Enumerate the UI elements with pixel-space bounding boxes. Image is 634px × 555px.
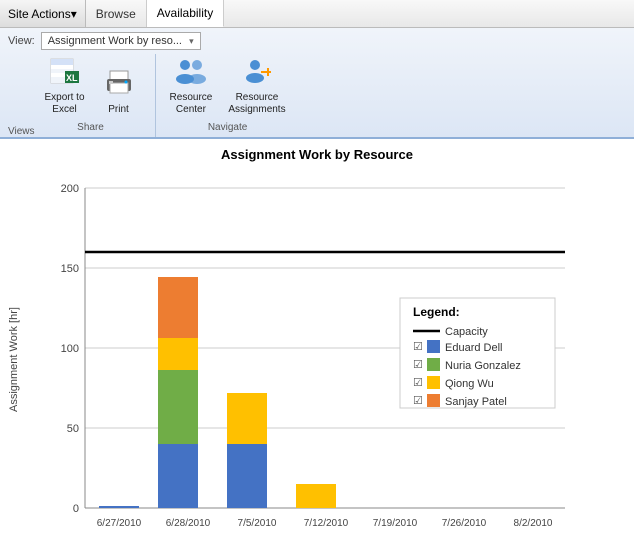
navigate-group: ResourceCenter ResourceAssignments (160, 54, 304, 137)
svg-text:150: 150 (61, 263, 79, 275)
site-actions-label: Site Actions (8, 7, 71, 21)
resource-assignments-button[interactable]: ResourceAssignments (222, 54, 291, 119)
svg-text:☑: ☑ (413, 341, 423, 353)
view-value: Assignment Work by reso... (48, 35, 182, 47)
svg-text:Qiong Wu: Qiong Wu (445, 378, 494, 390)
svg-text:7/5/2010: 7/5/2010 (238, 518, 277, 529)
browse-label: Browse (96, 7, 136, 21)
view-label: View: (8, 35, 35, 47)
chart-container: Assignment Work by Resource Assignment W… (0, 139, 634, 555)
chart-title: Assignment Work by Resource (8, 147, 626, 162)
print-button[interactable]: Print (95, 66, 143, 119)
bar-2-2 (158, 370, 198, 444)
site-actions-arrow-icon: ▾ (71, 7, 77, 21)
ribbon-buttons-row: Views (8, 54, 626, 137)
svg-text:Sanjay Patel: Sanjay Patel (445, 396, 507, 408)
svg-text:7/26/2010: 7/26/2010 (442, 518, 487, 529)
views-group-label: Views (8, 126, 35, 137)
share-group: XL Export toExcel (35, 54, 156, 137)
top-navigation: Site Actions ▾ Browse Availability (0, 0, 634, 28)
resource-assignments-icon (241, 57, 273, 90)
views-group: Views (8, 83, 35, 137)
navigate-group-label: Navigate (164, 122, 292, 133)
view-dropdown[interactable]: Assignment Work by reso... ▾ (41, 32, 201, 50)
resource-center-icon (175, 57, 207, 90)
svg-text:50: 50 (67, 423, 79, 435)
svg-text:7/12/2010: 7/12/2010 (304, 518, 349, 529)
svg-text:6/27/2010: 6/27/2010 (97, 518, 142, 529)
navigate-group-wrap: ResourceCenter ResourceAssignments (164, 54, 292, 133)
export-to-excel-button[interactable]: XL Export toExcel (39, 54, 91, 119)
share-group-label: Share (39, 122, 143, 133)
svg-text:0: 0 (73, 503, 79, 515)
site-actions-button[interactable]: Site Actions ▾ (0, 0, 86, 27)
svg-text:7/19/2010: 7/19/2010 (373, 518, 418, 529)
svg-text:Capacity: Capacity (445, 326, 488, 338)
print-icon (105, 69, 133, 102)
svg-text:Nuria Gonzalez: Nuria Gonzalez (445, 360, 521, 372)
availability-tab[interactable]: Availability (147, 0, 224, 27)
svg-text:☑: ☑ (413, 395, 423, 407)
bar-1-1 (99, 506, 139, 508)
bar-2-4 (158, 277, 198, 338)
ribbon-view-row: View: Assignment Work by reso... ▾ (8, 32, 626, 50)
svg-text:XL: XL (66, 73, 78, 83)
resource-center-label: ResourceCenter (170, 92, 213, 116)
svg-text:6/28/2010: 6/28/2010 (166, 518, 211, 529)
bar-3-2 (227, 393, 267, 444)
bar-2-1 (158, 444, 198, 508)
bar-3-1 (227, 444, 267, 508)
availability-label: Availability (157, 6, 213, 20)
print-label: Print (108, 104, 129, 116)
export-excel-label: Export toExcel (45, 92, 85, 116)
share-group-items: XL Export toExcel (39, 54, 143, 119)
svg-text:100: 100 (61, 343, 79, 355)
share-group-wrap: XL Export toExcel (39, 54, 143, 133)
svg-text:☑: ☑ (413, 359, 423, 371)
svg-text:☑: ☑ (413, 377, 423, 389)
ribbon: View: Assignment Work by reso... ▾ Views (0, 28, 634, 139)
svg-text:200: 200 (61, 183, 79, 195)
bar-4-1 (296, 484, 336, 508)
bar-2-3 (158, 338, 198, 370)
export-excel-icon: XL (49, 57, 81, 90)
navigate-group-items: ResourceCenter ResourceAssignments (164, 54, 292, 119)
chart-svg: 0 50 100 150 200 6/27/2010 6/28/2010 (24, 168, 626, 548)
svg-text:8/2/2010: 8/2/2010 (514, 518, 553, 529)
browse-tab[interactable]: Browse (86, 0, 147, 27)
y-axis-label: Assignment Work [hr] (8, 168, 20, 551)
view-dropdown-arrow-icon: ▾ (189, 36, 194, 47)
svg-text:Eduard Dell: Eduard Dell (445, 342, 502, 354)
resource-assignments-label: ResourceAssignments (228, 92, 285, 116)
chart-wrap: Assignment Work [hr] 0 50 100 150 200 (8, 168, 626, 551)
svg-text:Legend:: Legend: (413, 305, 460, 319)
chart-inner: 0 50 100 150 200 6/27/2010 6/28/2010 (24, 168, 626, 551)
resource-center-button[interactable]: ResourceCenter (164, 54, 219, 119)
